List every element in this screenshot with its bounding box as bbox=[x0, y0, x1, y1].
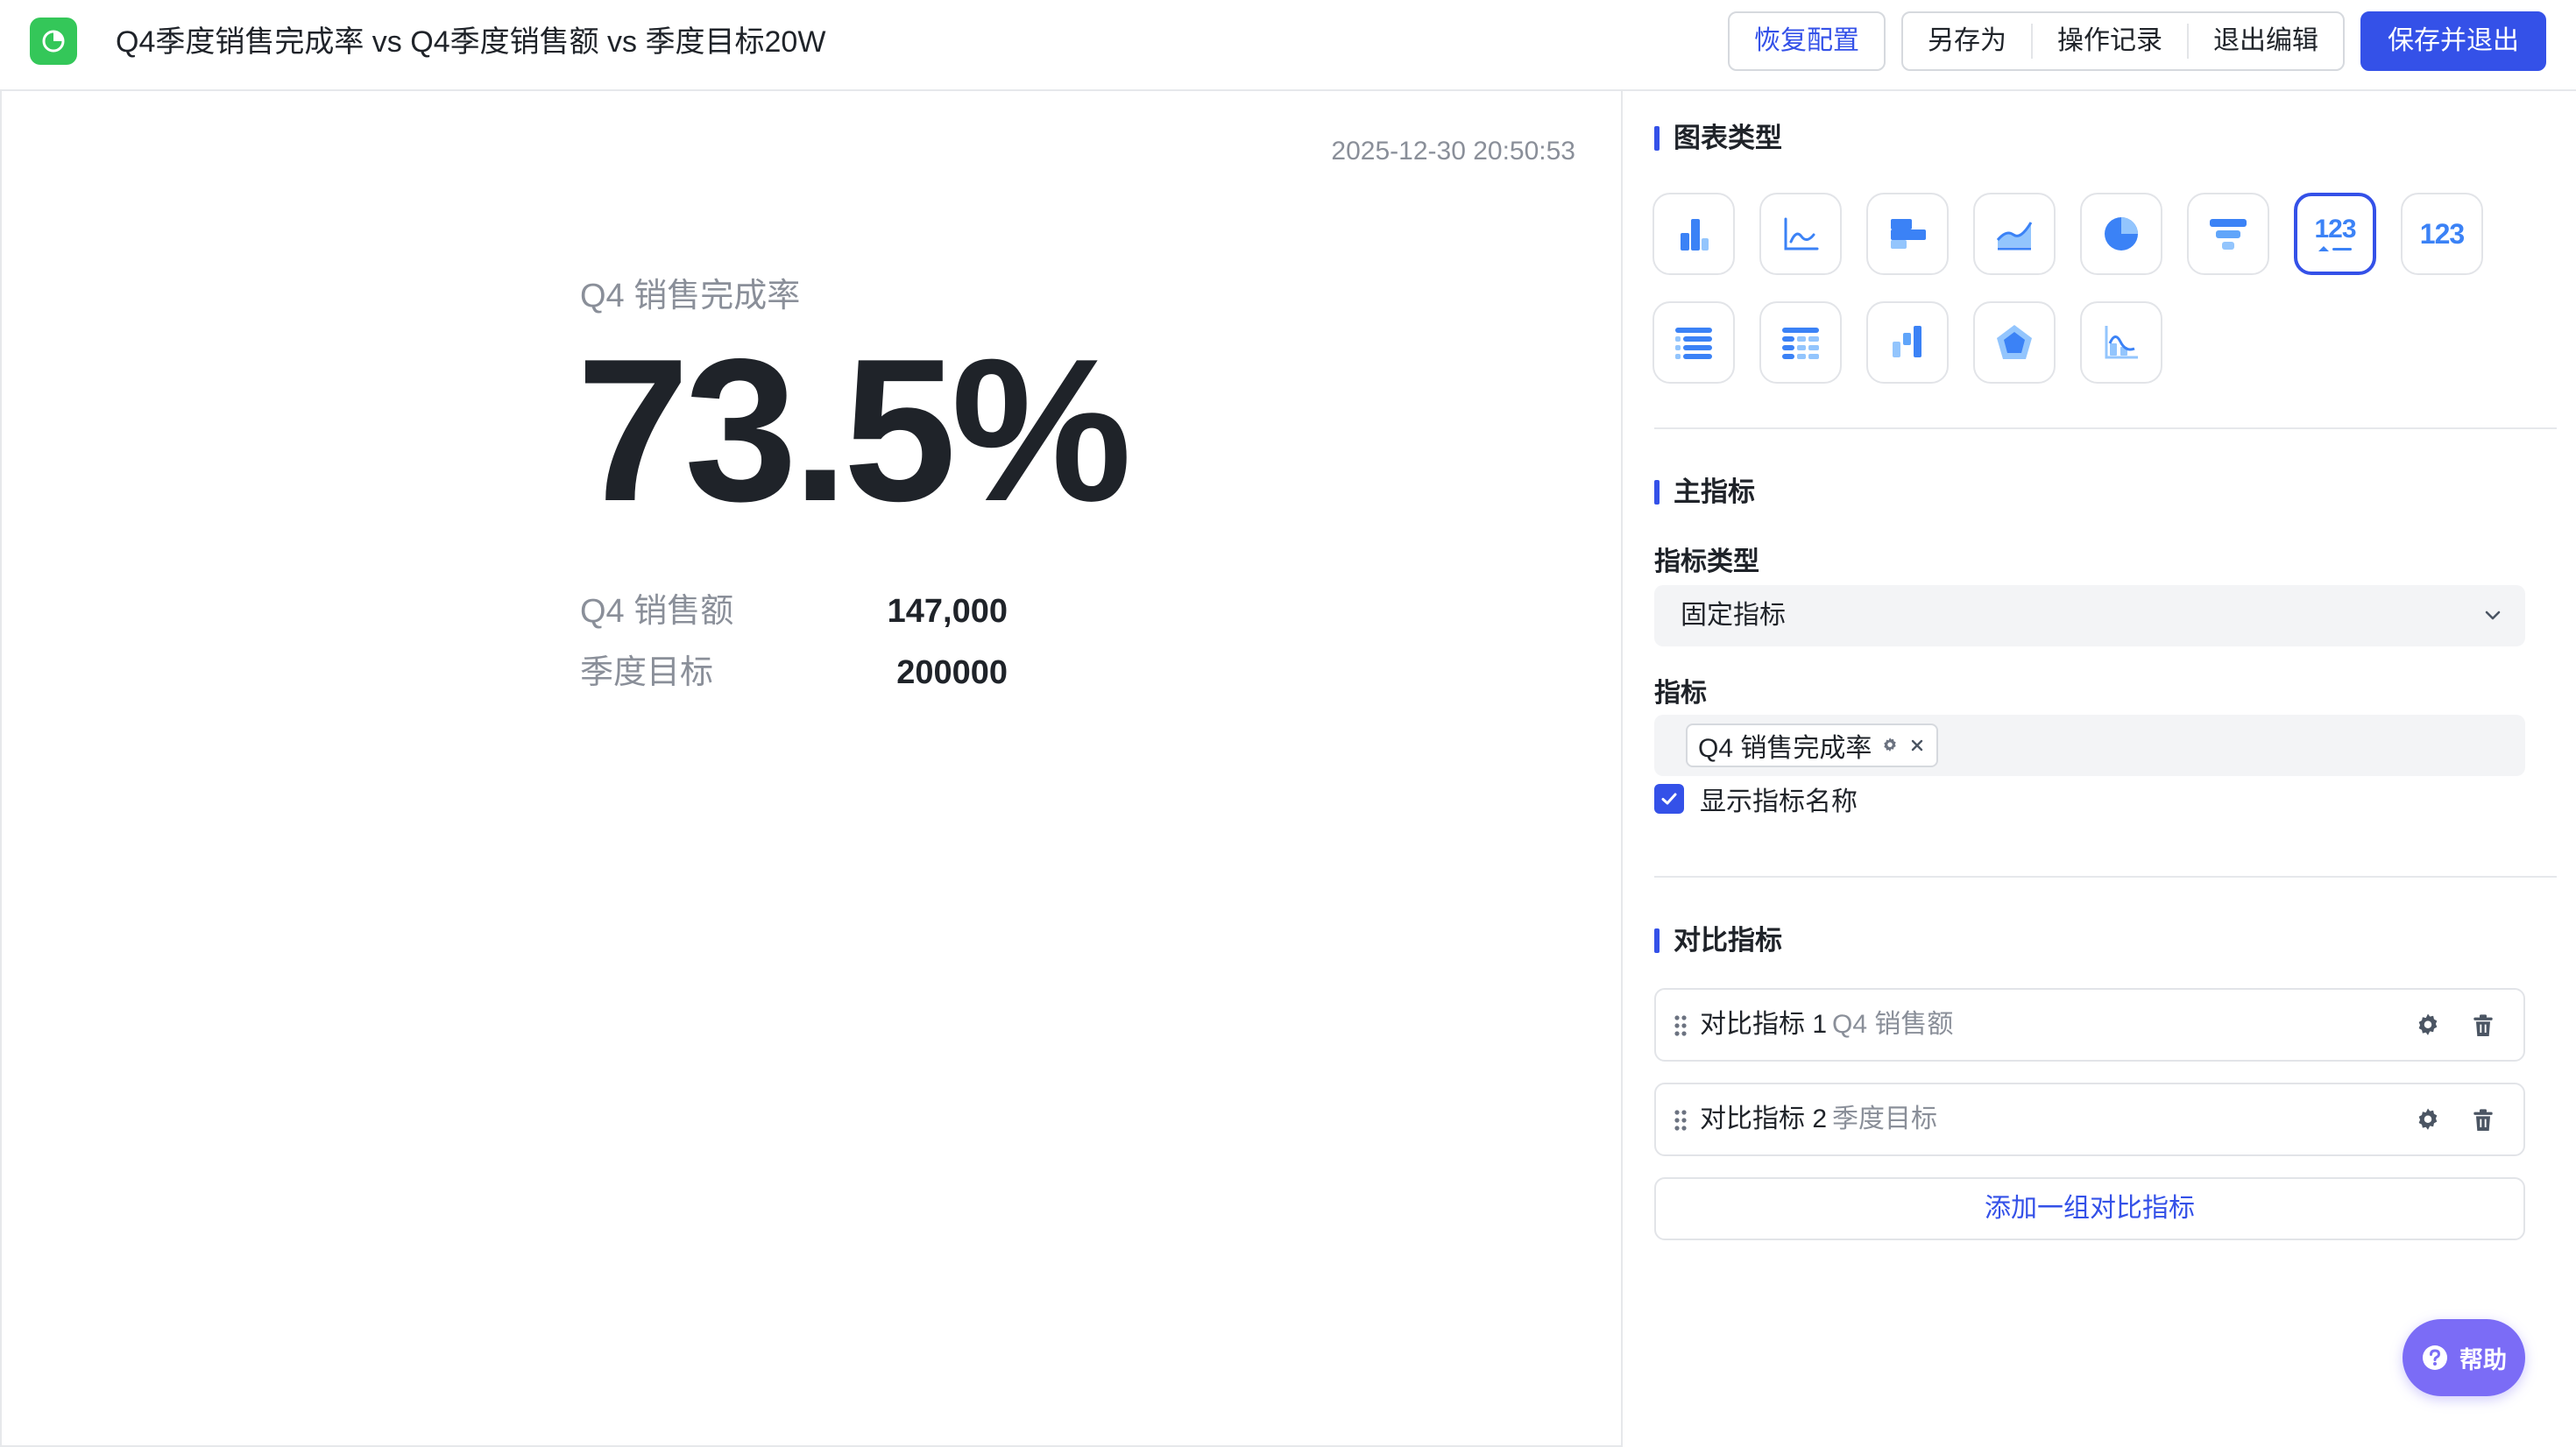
horizontal-bar-chart-icon bbox=[1891, 219, 1926, 249]
trash-icon[interactable] bbox=[2469, 1105, 2497, 1135]
bar-chart-icon bbox=[1681, 219, 1709, 251]
number-card-button[interactable]: 123 bbox=[2401, 193, 2483, 275]
metric-type-value: 固定指标 bbox=[1681, 601, 1786, 630]
add-compare-metric-button[interactable]: 添加一组对比指标 bbox=[1654, 1177, 2525, 1240]
table-icon bbox=[1675, 328, 1712, 359]
number-card-icon: 123 bbox=[2419, 217, 2465, 250]
compare-metric-text: 对比指标 2 季度目标 bbox=[1700, 1084, 1937, 1154]
compare-metric-source: Q4 销售额 bbox=[1832, 1010, 1954, 1039]
comparison-label: 季度目标 bbox=[580, 654, 714, 691]
area-chart-button[interactable] bbox=[1973, 193, 2056, 275]
comparison-row: Q4 销售额 147,000 bbox=[580, 587, 1036, 636]
main-metric-name: Q4 销售完成率 bbox=[580, 278, 801, 314]
indicator-card-icon: 123 bbox=[2314, 215, 2357, 253]
metric-label: 指标 bbox=[1654, 679, 1707, 708]
indicator-card-button[interactable]: 123 bbox=[2294, 193, 2376, 275]
top-bar: Q4季度销售完成率 vs Q4季度销售额 vs 季度目标20W 恢复配置 另存为… bbox=[0, 0, 2576, 91]
bar-chart-button[interactable] bbox=[1652, 193, 1735, 275]
app-logo-icon[interactable] bbox=[30, 18, 77, 65]
divider bbox=[1654, 427, 2557, 429]
help-button[interactable]: 帮助 bbox=[2403, 1319, 2525, 1396]
show-metric-name-checkbox[interactable]: 显示指标名称 bbox=[1654, 780, 1858, 818]
metric-tag-field[interactable]: Q4 销售完成率 bbox=[1654, 715, 2525, 776]
combo-chart-button[interactable] bbox=[2080, 301, 2162, 384]
indicator-card-label: 123 bbox=[2314, 215, 2356, 244]
metric-tag: Q4 销售完成率 bbox=[1686, 724, 1939, 767]
divider bbox=[1654, 876, 2557, 878]
line-chart-button[interactable] bbox=[1759, 193, 1842, 275]
table-button[interactable] bbox=[1652, 301, 1735, 384]
radar-chart-icon bbox=[1997, 325, 2032, 359]
metric-tag-label: Q4 销售完成率 bbox=[1698, 734, 1872, 763]
line-chart-icon bbox=[1784, 217, 1819, 251]
area-chart-icon bbox=[1996, 222, 2033, 251]
restore-config-button[interactable]: 恢复配置 bbox=[1728, 11, 1886, 71]
checkbox-checked-icon[interactable] bbox=[1654, 784, 1684, 814]
funnel-chart-button[interactable] bbox=[2187, 193, 2269, 275]
drag-handle-icon[interactable] bbox=[1672, 1013, 1689, 1039]
gear-icon[interactable] bbox=[2413, 1011, 2443, 1041]
main-metric-value: 73.5% bbox=[577, 317, 1132, 544]
page-title: Q4季度销售完成率 vs Q4季度销售额 vs 季度目标20W bbox=[116, 25, 826, 59]
main-metric-section-title: 主指标 bbox=[1654, 475, 1755, 510]
close-icon[interactable] bbox=[1908, 737, 1926, 754]
comparison-row: 季度目标 200000 bbox=[580, 648, 1036, 697]
update-timestamp: 2025-12-30 20:50:53 bbox=[1331, 137, 1575, 166]
compare-metric-item[interactable]: 对比指标 2 季度目标 bbox=[1654, 1083, 2525, 1156]
chevron-down-icon bbox=[2485, 611, 2501, 620]
waterfall-chart-icon bbox=[1893, 326, 1921, 357]
action-button-group: 另存为 操作记录 退出编辑 bbox=[1901, 11, 2345, 71]
compare-metric-name: 对比指标 1 bbox=[1700, 1010, 1828, 1039]
config-panel: 图表类型 123 123 主指标 指标类型 固定指标 指标 Q4 销售完成率 显… bbox=[1623, 91, 2576, 1447]
waterfall-chart-button[interactable] bbox=[1866, 301, 1949, 384]
compare-metric-source: 季度目标 bbox=[1832, 1105, 1938, 1133]
chart-type-section-title: 图表类型 bbox=[1654, 121, 1782, 156]
pivot-table-icon bbox=[1782, 328, 1819, 359]
compare-metric-name: 对比指标 2 bbox=[1700, 1105, 1828, 1133]
combo-chart-icon bbox=[2105, 326, 2138, 359]
save-and-exit-button[interactable]: 保存并退出 bbox=[2360, 11, 2546, 71]
metric-type-select[interactable]: 固定指标 bbox=[1654, 585, 2525, 646]
trash-icon[interactable] bbox=[2469, 1011, 2497, 1041]
exit-edit-button[interactable]: 退出编辑 bbox=[2189, 13, 2343, 69]
save-as-button[interactable]: 另存为 bbox=[1903, 13, 2031, 69]
compare-metric-section-title: 对比指标 bbox=[1654, 923, 1782, 958]
gear-icon[interactable] bbox=[1880, 736, 1900, 755]
chart-canvas: 2025-12-30 20:50:53 Q4 销售完成率 73.5% Q4 销售… bbox=[0, 91, 1623, 1447]
comparison-label: Q4 销售额 bbox=[580, 593, 734, 630]
horizontal-bar-chart-button[interactable] bbox=[1866, 193, 1949, 275]
compare-metric-item[interactable]: 对比指标 1 Q4 销售额 bbox=[1654, 988, 2525, 1062]
pie-chart-button[interactable] bbox=[2080, 193, 2162, 275]
metric-type-label: 指标类型 bbox=[1654, 547, 1759, 576]
compare-metric-text: 对比指标 1 Q4 销售额 bbox=[1700, 990, 1953, 1060]
funnel-chart-icon bbox=[2210, 219, 2247, 250]
pie-chart-icon bbox=[2105, 217, 2138, 251]
pivot-table-button[interactable] bbox=[1759, 301, 1842, 384]
drag-handle-icon[interactable] bbox=[1672, 1107, 1689, 1133]
comparison-value: 147,000 bbox=[887, 593, 1008, 630]
gear-icon[interactable] bbox=[2413, 1105, 2443, 1135]
radar-chart-button[interactable] bbox=[1973, 301, 2056, 384]
comparison-value: 200000 bbox=[896, 654, 1008, 691]
history-button[interactable]: 操作记录 bbox=[2033, 13, 2187, 69]
question-circle-icon bbox=[2423, 1345, 2447, 1370]
show-metric-name-label: 显示指标名称 bbox=[1700, 787, 1858, 816]
help-label: 帮助 bbox=[2459, 1346, 2507, 1373]
